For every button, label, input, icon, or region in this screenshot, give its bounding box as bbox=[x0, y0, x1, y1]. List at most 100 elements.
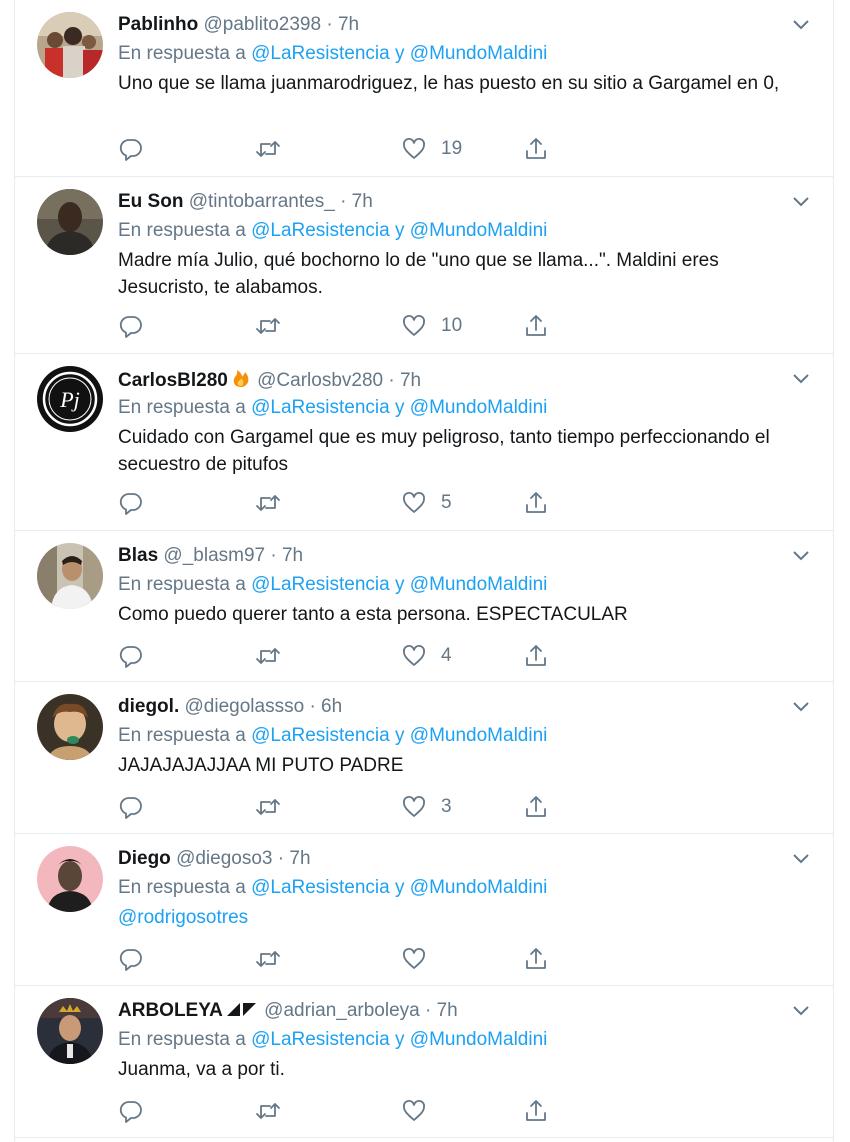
retweet-button[interactable] bbox=[255, 488, 281, 518]
retweet-button[interactable] bbox=[255, 641, 281, 671]
avatar[interactable] bbox=[37, 998, 103, 1064]
retweet-button[interactable] bbox=[255, 134, 281, 164]
reply-and[interactable]: y bbox=[395, 574, 405, 595]
display-name[interactable]: Eu Son bbox=[118, 191, 183, 212]
avatar[interactable] bbox=[37, 694, 103, 760]
reply-and[interactable]: y bbox=[395, 43, 405, 64]
user-handle[interactable]: @pablito2398 bbox=[204, 14, 322, 35]
share-icon bbox=[526, 315, 546, 336]
reply-and[interactable]: y bbox=[395, 877, 405, 898]
chevron-down-icon[interactable] bbox=[791, 195, 811, 209]
timestamp[interactable]: 7h bbox=[289, 848, 310, 869]
reply-button[interactable] bbox=[118, 792, 144, 822]
avatar[interactable] bbox=[37, 846, 103, 912]
mention-link[interactable]: @MundoMaldini bbox=[410, 397, 548, 418]
reply-and[interactable]: y bbox=[395, 220, 405, 241]
reply-button[interactable] bbox=[118, 134, 144, 164]
user-handle[interactable]: @tintobarrantes_ bbox=[189, 191, 335, 212]
retweet-button[interactable] bbox=[255, 311, 281, 341]
display-name[interactable]: Diego bbox=[118, 848, 171, 869]
avatar[interactable]: Pj bbox=[37, 366, 103, 432]
like-button[interactable]: 5 bbox=[401, 488, 452, 518]
tweet[interactable]: ARBOLEYA @adrian_arboleya · 7h En respue… bbox=[15, 986, 833, 1138]
reply-button[interactable] bbox=[118, 944, 144, 974]
user-handle[interactable]: @diegoso3 bbox=[176, 848, 272, 869]
like-button[interactable]: 3 bbox=[401, 792, 452, 822]
tweet-mention-link[interactable]: @rodrigosotres bbox=[118, 904, 808, 931]
chevron-down-icon[interactable] bbox=[791, 372, 811, 386]
reply-and[interactable]: y bbox=[395, 725, 405, 746]
mention-link[interactable]: @LaResistencia bbox=[251, 220, 390, 241]
display-name[interactable]: diegol. bbox=[118, 696, 179, 717]
like-button[interactable]: 19 bbox=[401, 134, 462, 164]
retweet-button[interactable] bbox=[255, 944, 281, 974]
tweet[interactable]: Eu Son @tintobarrantes_ · 7h En respuest… bbox=[15, 177, 833, 354]
tweet-text: JAJAJAJAJJAA MI PUTO PADRE bbox=[118, 755, 404, 776]
timestamp[interactable]: 6h bbox=[321, 696, 342, 717]
reply-button[interactable] bbox=[118, 311, 144, 341]
display-name[interactable]: ARBOLEYA bbox=[118, 1000, 223, 1021]
mention-link[interactable]: @MundoMaldini bbox=[410, 43, 548, 64]
separator-dot: · bbox=[425, 1000, 432, 1021]
display-name[interactable]: CarlosBl280 bbox=[118, 370, 228, 391]
reply-and[interactable]: y bbox=[395, 397, 405, 418]
reply-button[interactable] bbox=[118, 641, 144, 671]
timestamp[interactable]: 7h bbox=[338, 14, 359, 35]
share-button[interactable] bbox=[523, 944, 549, 974]
share-button[interactable] bbox=[523, 641, 549, 671]
chevron-down-icon[interactable] bbox=[791, 700, 811, 714]
user-handle[interactable]: @adrian_arboleya bbox=[264, 1000, 420, 1021]
reply-button[interactable] bbox=[118, 488, 144, 518]
chevron-down-icon[interactable] bbox=[791, 852, 811, 866]
mention-link[interactable]: @LaResistencia bbox=[251, 877, 390, 898]
user-handle[interactable]: @Carlosbv280 bbox=[257, 370, 383, 391]
chevron-down-icon[interactable] bbox=[791, 1004, 811, 1018]
mention-link[interactable]: @LaResistencia bbox=[251, 574, 390, 595]
mention-link[interactable]: @MundoMaldini bbox=[410, 574, 548, 595]
like-button[interactable]: 10 bbox=[401, 311, 462, 341]
retweet-button[interactable] bbox=[255, 792, 281, 822]
mention-link[interactable]: @MundoMaldini bbox=[410, 725, 548, 746]
heart-icon bbox=[403, 315, 425, 336]
tweet[interactable]: Pablinho @pablito2398 · 7h En respuesta … bbox=[15, 0, 833, 177]
avatar[interactable] bbox=[37, 189, 103, 255]
avatar[interactable] bbox=[37, 543, 103, 609]
mention-link[interactable]: @LaResistencia bbox=[251, 1029, 390, 1050]
chevron-down-icon[interactable] bbox=[791, 18, 811, 32]
share-icon bbox=[526, 1100, 546, 1121]
mention-link[interactable]: @LaResistencia bbox=[251, 725, 390, 746]
like-button[interactable] bbox=[401, 944, 441, 974]
display-name[interactable]: Blas bbox=[118, 545, 158, 566]
share-button[interactable] bbox=[523, 134, 549, 164]
avatar[interactable] bbox=[37, 12, 103, 78]
tweet[interactable]: Diego @diegoso3 · 7h En respuesta a @LaR… bbox=[15, 834, 833, 986]
tweet[interactable]: Blas @_blasm97 · 7h En respuesta a @LaRe… bbox=[15, 531, 833, 682]
reply-button[interactable] bbox=[118, 1096, 144, 1126]
chevron-down-icon[interactable] bbox=[791, 549, 811, 563]
reply-and[interactable]: y bbox=[395, 1029, 405, 1050]
separator-dot: · bbox=[326, 14, 333, 35]
share-button[interactable] bbox=[523, 311, 549, 341]
mention-link[interactable]: @MundoMaldini bbox=[410, 877, 548, 898]
mention-link[interactable]: @LaResistencia bbox=[251, 397, 390, 418]
mention-link[interactable]: @MundoMaldini bbox=[410, 220, 548, 241]
timestamp[interactable]: 7h bbox=[352, 191, 373, 212]
tweet-header: Eu Son @tintobarrantes_ · 7h bbox=[118, 189, 373, 215]
mention-link[interactable]: @LaResistencia bbox=[251, 43, 390, 64]
like-button[interactable]: 4 bbox=[401, 641, 452, 671]
timestamp[interactable]: 7h bbox=[282, 545, 303, 566]
like-button[interactable] bbox=[401, 1096, 441, 1126]
tweet[interactable]: diegol. @diegolassso · 6h En respuesta a… bbox=[15, 682, 833, 834]
mention-link[interactable]: @MundoMaldini bbox=[410, 1029, 548, 1050]
display-name[interactable]: Pablinho bbox=[118, 14, 198, 35]
retweet-button[interactable] bbox=[255, 1096, 281, 1126]
user-handle[interactable]: @_blasm97 bbox=[163, 545, 265, 566]
timestamp[interactable]: 7h bbox=[437, 1000, 458, 1021]
share-button[interactable] bbox=[523, 1096, 549, 1126]
tweet[interactable]: Pj CarlosBl280 @Carlosbv280 · 7h En resp… bbox=[15, 354, 833, 531]
timestamp[interactable]: 7h bbox=[400, 370, 421, 391]
share-button[interactable] bbox=[523, 488, 549, 518]
tweet-text: Uno que se llama juanmarodriguez, le has… bbox=[118, 73, 780, 94]
share-button[interactable] bbox=[523, 792, 549, 822]
user-handle[interactable]: @diegolassso bbox=[185, 696, 305, 717]
